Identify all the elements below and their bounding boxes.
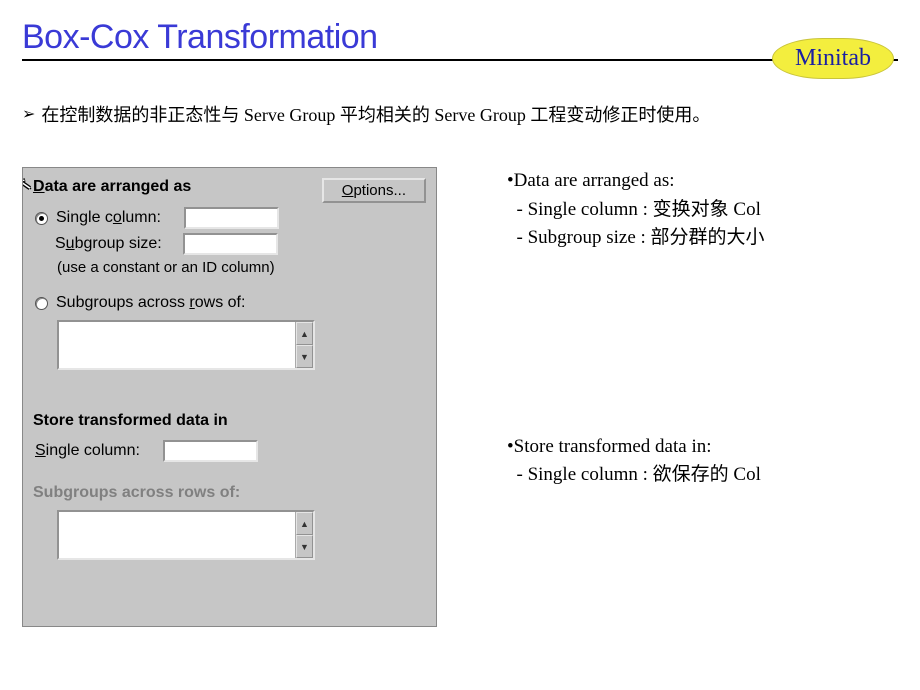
note1-title: •Data are arranged as: bbox=[507, 167, 765, 196]
store-rows-label-disabled: Subgroups across rows of: bbox=[33, 484, 426, 502]
title-underline bbox=[22, 59, 898, 61]
intro-content: 在控制数据的非正态性与 Serve Group 平均相关的 Serve Grou… bbox=[41, 101, 710, 127]
subgroups-rows-radio[interactable] bbox=[35, 297, 48, 310]
page-title: Box-Cox Transformation bbox=[22, 18, 378, 61]
subgroup-size-label: Subgroup size: bbox=[55, 235, 175, 253]
store-single-column-label: Single column: bbox=[35, 442, 155, 460]
spinner-up-icon[interactable]: ▲ bbox=[296, 322, 313, 345]
store-transformed-label: Store transformed data in bbox=[33, 412, 426, 430]
intro-text: ➢ 在控制数据的非正态性与 Serve Group 平均相关的 Serve Gr… bbox=[22, 101, 898, 127]
boxcox-dialog: ↖ Data are arranged as Options... Single… bbox=[22, 167, 437, 627]
single-column-radio[interactable] bbox=[35, 212, 48, 225]
minitab-badge: Minitab bbox=[772, 38, 894, 79]
spinner-down-icon: ▼ bbox=[296, 535, 313, 558]
note1-line-b: - Subgroup size : 部分群的大小 bbox=[507, 224, 765, 253]
store-rows-listbox-disabled: ▲ ▼ bbox=[57, 510, 315, 560]
options-button[interactable]: Options... bbox=[322, 178, 426, 203]
explanation-notes: •Data are arranged as: - Single column :… bbox=[507, 167, 765, 490]
subgroup-size-input[interactable] bbox=[183, 233, 278, 255]
note2-title: •Store transformed data in: bbox=[507, 433, 765, 462]
subgroup-hint: (use a constant or an ID column) bbox=[57, 259, 426, 276]
subgroups-rows-label: Subgroups across rows of: bbox=[56, 294, 245, 312]
spinner-up-icon: ▲ bbox=[296, 512, 313, 535]
data-arranged-label: Data are arranged as bbox=[33, 178, 191, 196]
store-single-column-input[interactable] bbox=[163, 440, 258, 462]
arrow-bullet-icon: ➢ bbox=[22, 104, 35, 124]
spinner-down-icon[interactable]: ▼ bbox=[296, 345, 313, 368]
single-column-label: Single column: bbox=[56, 209, 176, 227]
note1-line-a: - Single column : 变换对象 Col bbox=[507, 196, 765, 225]
subgroups-rows-listbox[interactable]: ▲ ▼ bbox=[57, 320, 315, 370]
note2-line-a: - Single column : 欲保存的 Col bbox=[507, 461, 765, 490]
single-column-input[interactable] bbox=[184, 207, 279, 229]
